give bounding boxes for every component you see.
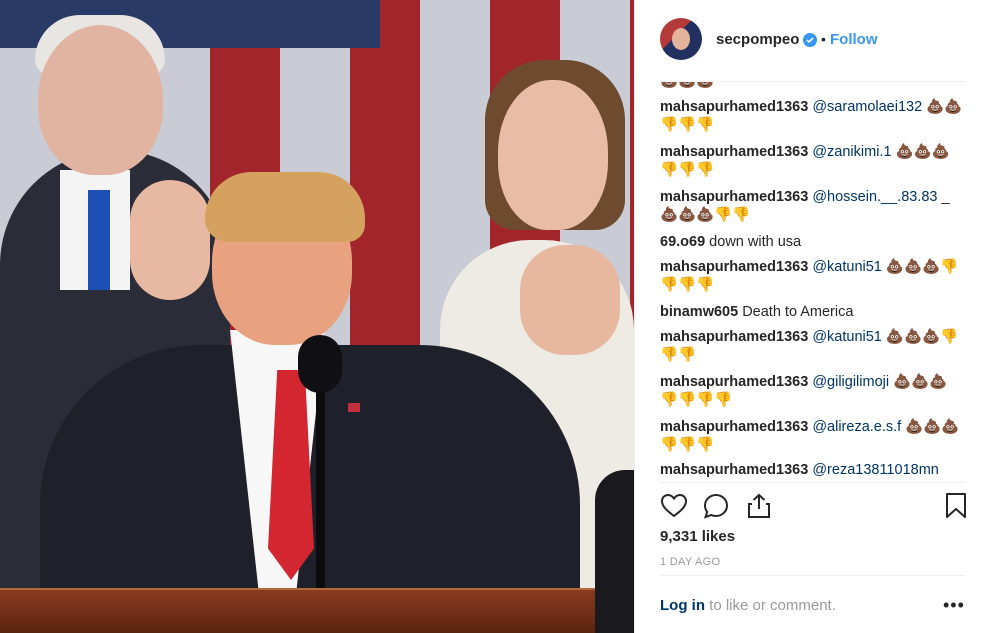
login-link[interactable]: Log in (660, 597, 705, 614)
comment-item: mahsapurhamed1363 @alireza.e.s.f 💩💩💩👎👎👎 (660, 418, 965, 454)
comment-username[interactable]: mahsapurhamed1363 (660, 419, 808, 435)
comment-mention[interactable]: @saramolaei132 (812, 99, 922, 115)
divider (660, 482, 965, 483)
comment-item: mahsapurhamed1363 @hossein.__.83.83 _💩💩💩… (660, 188, 965, 224)
comment-username[interactable]: mahsapurhamed1363 (660, 259, 808, 275)
comment-mention[interactable]: @giligilimoji (812, 374, 889, 390)
microphone-stand (316, 380, 325, 600)
comment-username[interactable]: 69.o69 (660, 234, 705, 250)
heart-icon[interactable] (660, 492, 688, 520)
podium (0, 590, 634, 633)
comment-username[interactable]: binamw605 (660, 304, 738, 320)
comment-username[interactable]: mahsapurhamed1363 (660, 374, 808, 390)
comment-item: mahsapurhamed1363 @katuni51 💩💩💩👎👎👎👎 (660, 258, 965, 294)
divider (660, 575, 965, 576)
flag-pin (348, 403, 360, 412)
comment-mention[interactable]: @reza13811018mn (812, 462, 939, 478)
bookmark-icon[interactable] (942, 492, 970, 520)
comment-mention[interactable]: @alireza.e.s.f (812, 419, 901, 435)
avatar[interactable] (660, 18, 702, 60)
comment-item: mahsapurhamed1363 @giligilimoji 💩💩💩👎👎👎👎 (660, 373, 965, 409)
comment-item: binamw605 Death to America (660, 303, 965, 321)
more-options-icon[interactable]: ••• (943, 595, 965, 616)
post-timestamp[interactable]: 1 DAY AGO (660, 556, 720, 568)
microphone (298, 335, 342, 393)
post-photo[interactable] (0, 0, 634, 633)
comment-item: mahsapurhamed1363 @zanikimi.1 💩💩💩👎👎👎 (660, 143, 965, 179)
comment-username[interactable]: mahsapurhamed1363 (660, 462, 808, 478)
separator-dot: • (821, 31, 826, 47)
comment-mention[interactable]: @hossein.__.83.83 (812, 189, 937, 205)
post-sidebar: secpompeo • Follow 💩💩💩 mahsapurhamed1363… (634, 0, 988, 633)
comment-item: mahsapurhamed1363 @reza13811018mn (660, 461, 965, 479)
comment-list[interactable]: 💩💩💩 mahsapurhamed1363 @saramolaei132 💩💩👎… (660, 82, 965, 482)
comment-item: mahsapurhamed1363 @katuni51 💩💩💩👎👎👎 (660, 328, 965, 364)
verified-badge-icon (803, 33, 817, 47)
comment-partial: 💩💩💩 (660, 82, 965, 90)
comment-username[interactable]: mahsapurhamed1363 (660, 189, 808, 205)
comment-bubble-icon[interactable] (702, 492, 730, 520)
comment-item: mahsapurhamed1363 @saramolaei132 💩💩👎👎👎 (660, 98, 965, 134)
action-bar (660, 492, 966, 520)
comment-username[interactable]: mahsapurhamed1363 (660, 99, 808, 115)
comment-username[interactable]: mahsapurhamed1363 (660, 144, 808, 160)
comment-text: Death to America (738, 304, 854, 320)
comment-text: down with usa (705, 234, 802, 250)
comment-mention[interactable]: @zanikimi.1 (812, 144, 891, 160)
follow-button[interactable]: Follow (830, 31, 878, 48)
comment-mention[interactable]: @katuni51 (812, 259, 882, 275)
post-header: secpompeo • Follow (635, 0, 988, 82)
username[interactable]: secpompeo (716, 31, 799, 48)
comment-username[interactable]: mahsapurhamed1363 (660, 329, 808, 345)
comment-mention[interactable]: @katuni51 (812, 329, 882, 345)
post-window: secpompeo • Follow 💩💩💩 mahsapurhamed1363… (0, 0, 988, 633)
share-icon[interactable] (745, 492, 773, 520)
likes-count[interactable]: 9,331 likes (660, 528, 735, 545)
comment-item: 69.o69 down with usa (660, 233, 965, 251)
login-prompt: Log in to like or comment. (660, 597, 836, 614)
login-prompt-text: to like or comment. (705, 597, 836, 614)
